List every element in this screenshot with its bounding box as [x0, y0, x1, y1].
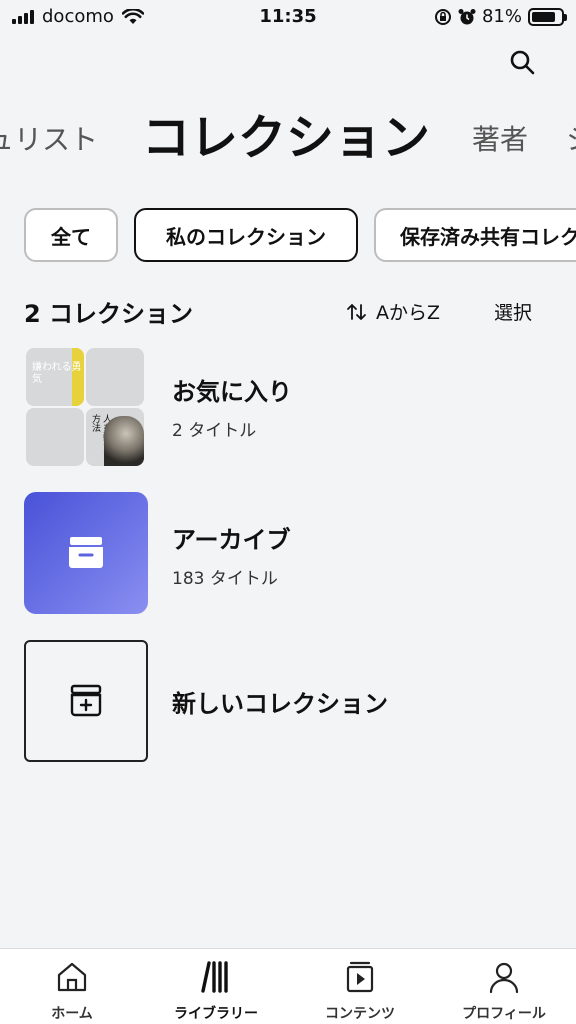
profile-icon [489, 962, 519, 994]
sort-icon [347, 303, 366, 320]
search-button[interactable] [508, 48, 536, 76]
nav-label: コンテンツ [325, 1006, 395, 1022]
status-bar: docomo 11:35 81% [0, 0, 576, 34]
list-meta: 2 コレクション AからZ 選択 [0, 292, 576, 328]
nav-library[interactable]: ライブラリー [144, 959, 288, 1023]
alarm-icon [458, 8, 476, 24]
library-icon [201, 961, 228, 993]
archive-thumbnail [24, 492, 148, 614]
tab-series[interactable]: シ [566, 118, 576, 158]
collection-title: お気に入り [172, 378, 292, 406]
book-cover: 人を動かす方法 [86, 408, 144, 466]
collection-subtitle: 183 タイトル [172, 569, 278, 589]
content-icon [346, 961, 374, 993]
rotation-lock-icon [434, 8, 451, 25]
tab-wishlist[interactable]: ュリスト [0, 118, 98, 158]
empty-cover-slot [86, 348, 144, 406]
empty-cover-slot [26, 408, 84, 466]
collection-item-favorites[interactable]: 嫌われる勇気 人を動かす方法 お気に入り 2 タイトル [24, 346, 554, 468]
top-tabs: ュリスト コレクション 著者 シ [0, 96, 576, 176]
nav-content[interactable]: コンテンツ [288, 959, 432, 1023]
new-collection-label: 新しいコレクション [172, 690, 388, 718]
battery-icon [528, 7, 567, 26]
nav-label: ホーム [51, 1006, 93, 1022]
collection-count: 2 コレクション [24, 300, 194, 328]
favorites-thumbnail: 嫌われる勇気 人を動かす方法 [24, 346, 148, 468]
sort-button[interactable]: AからZ [346, 298, 440, 325]
home-icon [57, 962, 87, 992]
filter-chips: 全て 私のコレクション 保存済み共有コレク [0, 208, 576, 264]
nav-home[interactable]: ホーム [0, 959, 144, 1023]
add-box-icon [70, 684, 102, 717]
nav-profile[interactable]: プロフィール [432, 959, 576, 1023]
sort-label: AからZ [376, 302, 441, 324]
collection-subtitle: 2 タイトル [172, 421, 257, 441]
filter-saved-shared[interactable]: 保存済み共有コレク [374, 208, 576, 262]
archive-box-icon [69, 537, 103, 568]
collection-item-archive[interactable]: アーカイブ 183 タイトル [24, 492, 554, 614]
search-icon [510, 50, 535, 75]
cover-portrait [104, 416, 144, 466]
tab-authors[interactable]: 著者 [472, 118, 528, 158]
status-right: 81% [434, 6, 567, 27]
new-collection-thumbnail [24, 640, 148, 762]
cover-title: 嫌われる勇気 [32, 362, 82, 385]
nav-label: ライブラリー [174, 1006, 258, 1022]
battery-percent: 81% [481, 6, 522, 27]
collection-title: アーカイブ [172, 526, 291, 554]
filter-my-collections[interactable]: 私のコレクション [134, 208, 358, 262]
filter-all[interactable]: 全て [24, 208, 118, 262]
tab-collections[interactable]: コレクション [142, 98, 430, 168]
select-button[interactable]: 選択 [494, 298, 532, 325]
bottom-nav: ホーム ライブラリー コンテンツ プロフィール [0, 948, 576, 1024]
battery-level [532, 11, 555, 22]
new-collection-button[interactable]: 新しいコレクション [24, 640, 554, 762]
library-screen: docomo 11:35 81% ュリスト コレクション 著者 全て 私のコレク… [0, 0, 576, 1024]
nav-label: プロフィール [462, 1006, 546, 1022]
book-cover: 嫌われる勇気 [26, 348, 84, 406]
